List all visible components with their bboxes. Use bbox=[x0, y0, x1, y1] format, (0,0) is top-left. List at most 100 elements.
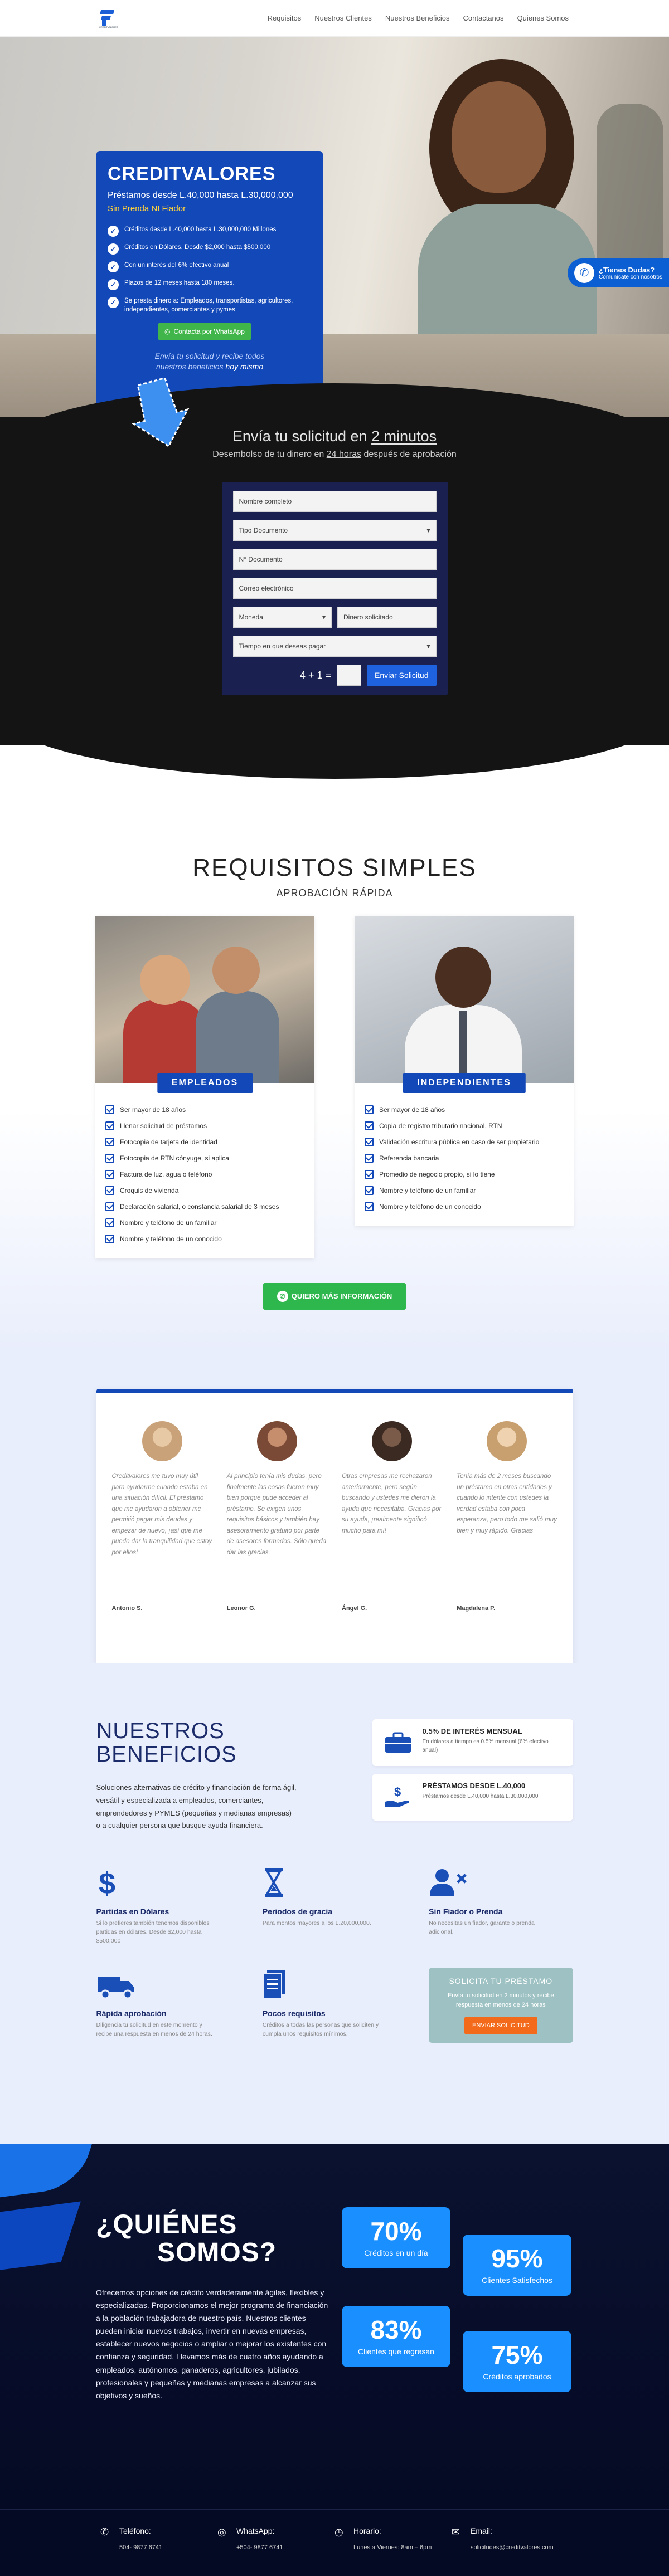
checkbox-icon bbox=[105, 1202, 114, 1211]
list-item: Promedio de negocio propio, si lo tiene bbox=[365, 1170, 564, 1179]
whatsapp-contact-button[interactable]: ◎ Contacta por WhatsApp bbox=[158, 323, 251, 340]
stat-box: 75% Créditos aprobados bbox=[463, 2331, 571, 2392]
checkbox-icon bbox=[105, 1121, 114, 1130]
empleados-card: EMPLEADOS Ser mayor de 18 años Llenar so… bbox=[95, 916, 314, 1258]
benefit-item: $ Partidas en Dólares Si lo prefieres ta… bbox=[96, 1866, 240, 1945]
benefits-description: Soluciones alternativas de crédito y fin… bbox=[96, 1783, 297, 1830]
amount-input[interactable]: Dinero solicitado bbox=[337, 607, 437, 628]
clock-icon: ◷ bbox=[334, 2526, 343, 2538]
captcha-question: 4 + 1 = bbox=[299, 669, 331, 681]
top-nav: CREDITVALORES Requisitos Nuestros Client… bbox=[0, 0, 669, 37]
benefit-item: Pocos requisitos Créditos a todas las pe… bbox=[263, 1968, 406, 2043]
hourglass-icon bbox=[263, 1866, 406, 1899]
email-input[interactable]: Correo electrónico bbox=[232, 578, 437, 599]
dudas-subtitle: Comunícate con nosotros bbox=[599, 274, 662, 280]
apply-cta-title: SOLICITA TU PRÉSTAMO bbox=[449, 1977, 553, 1986]
requirements-section: REQUISITOS SIMPLES APROBACIÓN RÁPIDA EMP… bbox=[0, 745, 669, 1352]
nav-links: Requisitos Nuestros Clientes Nuestros Be… bbox=[268, 14, 569, 22]
apply-cta-text: Envía tu solicitud en 2 minutos y recibe… bbox=[447, 1992, 554, 2008]
benefits-title-block: NUESTROS BENEFICIOS Soluciones alternativ… bbox=[96, 1719, 297, 1832]
testimonial-name: Ángel G. bbox=[342, 1605, 367, 1612]
nav-link-beneficios[interactable]: Nuestros Beneficios bbox=[385, 14, 450, 22]
check-icon: ✓ bbox=[108, 261, 119, 272]
benefit-item: Rápida aprobación Diligencia tu solicitu… bbox=[96, 1968, 240, 2043]
avatar bbox=[256, 1421, 297, 1461]
hero-background-people bbox=[597, 104, 663, 271]
application-form-section: Envía tu solicitud en 2 minutos Desembol… bbox=[0, 378, 669, 779]
benefits-grid: $ Partidas en Dólares Si lo prefieres ta… bbox=[96, 1866, 573, 2043]
independientes-card: INDEPENDIENTES Ser mayor de 18 años Copi… bbox=[355, 916, 574, 1226]
dollar-icon: $ bbox=[96, 1866, 240, 1899]
checkbox-icon bbox=[365, 1121, 374, 1130]
about-section: ¿QUIÉNES SOMOS? Ofrecemos opciones de cr… bbox=[0, 2144, 669, 2509]
arrow-down-icon bbox=[132, 378, 190, 448]
captcha-input[interactable] bbox=[337, 665, 361, 686]
nav-link-clientes[interactable]: Nuestros Clientes bbox=[314, 14, 372, 22]
currency-select[interactable]: Moneda ▾ bbox=[232, 607, 332, 628]
nav-link-contacto[interactable]: Contactanos bbox=[463, 14, 504, 22]
send-application-button[interactable]: ENVIAR SOLICITUD bbox=[464, 2017, 537, 2035]
dudas-whatsapp-widget[interactable]: ✆ ¿Tienes Dudas? Comunícate con nosotros bbox=[568, 258, 669, 287]
full-name-input[interactable]: Nombre completo bbox=[232, 491, 437, 512]
captcha-row: 4 + 1 = Enviar Solicitud bbox=[233, 665, 437, 686]
svg-text:$: $ bbox=[394, 1785, 401, 1799]
stat-box: 83% Clientes que regresan bbox=[342, 2306, 450, 2367]
list-item: Declaración salarial, o constancia salar… bbox=[105, 1202, 304, 1211]
benefits-content: NUESTROS BENEFICIOS Soluciones alternativ… bbox=[96, 1663, 573, 2043]
list-item: Factura de luz, agua o teléfono bbox=[105, 1170, 304, 1179]
list-item: Ser mayor de 18 años bbox=[105, 1105, 304, 1114]
benefits-section: NUESTROS BENEFICIOS Soluciones alternativ… bbox=[0, 1663, 669, 2144]
apply-cta-box: SOLICITA TU PRÉSTAMO Envía tu solicitud … bbox=[429, 1968, 573, 2043]
testimonial-quote: Otras empresas me rechazaron anteriormen… bbox=[342, 1473, 442, 1534]
independientes-label: INDEPENDIENTES bbox=[403, 1073, 526, 1093]
benefits-title: NUESTROS BENEFICIOS bbox=[96, 1719, 237, 1767]
hand-dollar-icon: $ bbox=[382, 1782, 414, 1813]
checkbox-icon bbox=[365, 1105, 374, 1114]
form-title: Envía tu solicitud en 2 minutos bbox=[232, 428, 437, 445]
submit-button[interactable]: Enviar Solicitud bbox=[367, 665, 437, 686]
checkbox-icon bbox=[365, 1154, 374, 1163]
doc-number-input[interactable]: N° Documento bbox=[232, 549, 437, 570]
more-info-button[interactable]: ✆ QUIERO MÁS INFORMACIÓN bbox=[263, 1283, 406, 1310]
testimonials-card: Creditvalores me tuvo muy útil para ayud… bbox=[96, 1389, 573, 1665]
doc-type-select[interactable]: Tipo Documento ▾ bbox=[232, 520, 437, 541]
benefit-item: Periodos de gracia Para montos mayores a… bbox=[263, 1866, 406, 1945]
hero-features: ✓ Créditos desde L.40,000 hasta L.30,000,… bbox=[108, 226, 312, 314]
document-icon bbox=[263, 1968, 406, 2001]
check-icon: ✓ bbox=[108, 297, 119, 308]
truck-icon bbox=[96, 1968, 240, 2001]
empleados-photo bbox=[95, 916, 314, 1083]
term-select[interactable]: Tiempo en que deseas pagar ▾ bbox=[232, 636, 437, 657]
checkbox-icon bbox=[105, 1186, 114, 1195]
hero-title: CREDITVALORES bbox=[108, 163, 276, 184]
nav-link-requisitos[interactable]: Requisitos bbox=[268, 14, 302, 22]
whatsapp-icon: ◎ bbox=[217, 2526, 226, 2538]
checkbox-icon bbox=[105, 1105, 114, 1114]
list-item: Fotocopia de RTN cónyuge, si aplica bbox=[105, 1154, 304, 1163]
testimonial-name: Antonio S. bbox=[112, 1605, 143, 1612]
checkbox-icon bbox=[105, 1235, 114, 1243]
chevron-down-icon: ▾ bbox=[426, 642, 430, 650]
list-item: Nombre y teléfono de un familiar bbox=[105, 1218, 304, 1227]
footer-email: ✉ Email: solicitudes@creditvalores.com bbox=[452, 2526, 554, 2551]
footer-hours: ◷ Horario: Lunes a Viernes: 8am – 6pm bbox=[334, 2526, 432, 2551]
logo[interactable]: CREDITVALORES bbox=[99, 9, 118, 28]
requirements-tag: APROBACIÓN RÁPIDA bbox=[276, 887, 393, 899]
avatar bbox=[487, 1421, 527, 1461]
list-item: Nombre y teléfono de un conocido bbox=[365, 1202, 564, 1211]
about-text: Ofrecemos opciones de crédito verdaderam… bbox=[96, 2288, 328, 2400]
about-title: ¿QUIÉNES SOMOS? bbox=[96, 2210, 277, 2268]
whatsapp-icon: ✆ bbox=[277, 1291, 288, 1302]
avatar bbox=[142, 1421, 182, 1461]
hero-tagline: Sin Prenda NI Fiador bbox=[108, 204, 186, 213]
testimonial-quote: Tenía más de 2 meses buscando un préstam… bbox=[457, 1473, 557, 1534]
nav-link-quienes[interactable]: Quienes Somos bbox=[517, 14, 569, 22]
benefit-item: Sin Fiador o Prenda No necesitas un fiad… bbox=[429, 1866, 573, 1945]
form-title-block: Envía tu solicitud en 2 minutos Desembol… bbox=[0, 417, 669, 460]
whatsapp-icon: ◎ bbox=[164, 328, 171, 336]
application-form: Nombre completo Tipo Documento ▾ N° Docum… bbox=[221, 482, 448, 695]
chevron-down-icon: ▾ bbox=[426, 526, 430, 534]
testimonial: Otras empresas me rechazaron anteriormen… bbox=[342, 1421, 442, 1637]
testimonial-name: Magdalena P. bbox=[457, 1605, 496, 1612]
user-x-icon bbox=[429, 1866, 573, 1899]
